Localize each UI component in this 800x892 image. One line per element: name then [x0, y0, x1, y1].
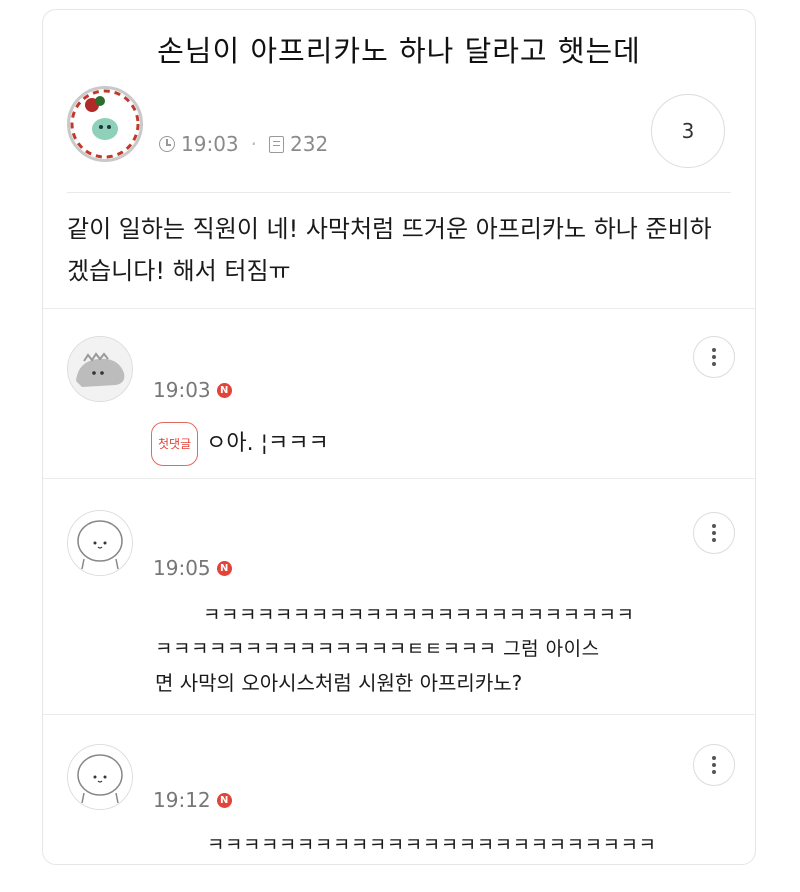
views-icon — [269, 135, 284, 153]
author-avatar[interactable] — [67, 86, 143, 162]
post-time: 19:03 — [181, 132, 239, 156]
separator-dot: · — [250, 132, 257, 156]
comment-item: 19:05 N ㅋㅋㅋㅋㅋㅋㅋㅋㅋㅋㅋㅋㅋㅋㅋㅋㅋㅋㅋㅋㅋㅋㅋㅋ ㅋㅋㅋㅋㅋㅋㅋ… — [43, 478, 755, 714]
more-dot — [712, 348, 716, 352]
more-dot — [712, 756, 716, 760]
comment-time: 19:05 — [153, 556, 211, 580]
more-dot — [712, 524, 716, 528]
comment-text-row: 첫댓글 ㅇ아. ¦ㅋㅋㅋ — [151, 422, 329, 466]
header-divider — [67, 192, 731, 193]
more-dot — [712, 763, 716, 767]
post-body: 같이 일하는 직원이 네! 사막처럼 뜨거운 아프리카노 하나 준비하겠습니다!… — [67, 215, 712, 285]
comment-more-button[interactable] — [693, 512, 735, 554]
new-badge: N — [216, 560, 232, 576]
more-dot — [712, 531, 716, 535]
commenter-avatar[interactable] — [67, 510, 133, 576]
comment-time-row: 19:03 N — [153, 378, 232, 402]
comment-text-line: ㅋㅋㅋㅋㅋㅋㅋㅋㅋㅋㅋㅋㅋㅋㅋㅋㅋㅋㅋㅋㅋㅋㅋㅋ — [203, 604, 635, 626]
more-dot — [712, 355, 716, 359]
commenter-avatar[interactable] — [67, 336, 133, 402]
comment-time: 19:03 — [153, 378, 211, 402]
clock-icon — [159, 136, 175, 152]
comment-time: 19:12 — [153, 788, 211, 812]
comment-time-row: 19:12 N — [153, 788, 232, 812]
comment-text: ㅇ아. ¦ㅋㅋㅋ — [206, 431, 329, 456]
comment-more-button[interactable] — [693, 336, 735, 378]
comment-item: 19:03 N 첫댓글 ㅇ아. ¦ㅋㅋㅋ — [43, 308, 755, 478]
new-badge: N — [216, 792, 232, 808]
more-dot — [712, 770, 716, 774]
post-views: 232 — [290, 132, 329, 156]
post-meta: 19:03 · 232 — [159, 132, 328, 156]
new-badge: N — [216, 382, 232, 398]
commenter-avatar[interactable] — [67, 744, 133, 810]
comment-time-row: 19:05 N — [153, 556, 232, 580]
more-dot — [712, 362, 716, 366]
comment-text: ㅋㅋㅋㅋㅋㅋㅋㅋㅋㅋㅋㅋㅋㅋㅋㅋㅋㅋㅋㅋㅋㅋㅋㅋㅋ — [207, 834, 657, 856]
post-title: 손님이 아프리카노 하나 달라고 햇는데 — [157, 34, 641, 68]
comment-count-button[interactable]: 3 — [651, 94, 725, 168]
more-dot — [712, 538, 716, 542]
comment-more-button[interactable] — [693, 744, 735, 786]
first-comment-badge: 첫댓글 — [151, 422, 199, 466]
comment-text-line: ㅋㅋㅋㅋㅋㅋㅋㅋㅋㅋㅋㅋㅋㅋㅌㅌㅋㅋㅋ 그럼 아이스 — [155, 638, 600, 660]
post-card: 손님이 아프리카노 하나 달라고 햇는데 19:03 · 232 3 같이 일하… — [42, 9, 756, 865]
comment-item: 19:12 N ㅋㅋㅋㅋㅋㅋㅋㅋㅋㅋㅋㅋㅋㅋㅋㅋㅋㅋㅋㅋㅋㅋㅋㅋㅋ — [43, 714, 755, 866]
comment-text-line: 면 사막의 오아시스처럼 시원한 아프리카노? — [155, 671, 523, 695]
